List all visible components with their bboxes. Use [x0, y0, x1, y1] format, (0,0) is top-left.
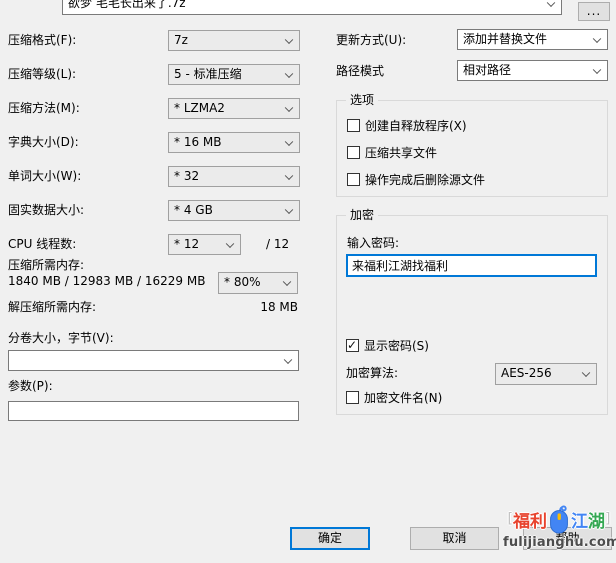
create-sfx-checkbox-row[interactable]: 创建自释放程序(X): [347, 118, 467, 133]
chevron-down-icon: [285, 171, 293, 179]
archive-name-value: 欲梦 毛毛长出来了.7z: [68, 0, 186, 10]
encryption-method-label: 加密算法:: [346, 366, 398, 381]
memory-compress-detail: 1840 MB / 12983 MB / 16229 MB: [8, 274, 205, 289]
format-label: 压缩格式(F):: [8, 33, 76, 48]
chevron-down-icon[interactable]: [547, 0, 555, 7]
format-value: 7z: [174, 33, 188, 47]
chevron-down-icon: [285, 103, 293, 111]
watermark-domain: fulijianghu.com: [503, 535, 615, 550]
password-label: 输入密码:: [347, 236, 399, 251]
show-password-label: 显示密码(S): [364, 337, 429, 354]
level-label: 压缩等级(L):: [8, 67, 76, 82]
encryption-group-title: 加密: [346, 208, 378, 223]
ok-button[interactable]: 确定: [290, 527, 370, 550]
watermark-text-right2: 湖: [588, 507, 605, 532]
encrypt-filenames-checkbox-row[interactable]: 加密文件名(N): [346, 390, 442, 405]
parameters-input[interactable]: [8, 401, 299, 421]
dictionary-select[interactable]: * 16 MB: [168, 132, 300, 153]
cpu-threads-total: / 12: [266, 237, 289, 252]
watermark-title-row: [福利 江湖]: [503, 503, 615, 535]
chevron-down-icon: [226, 239, 234, 247]
mouse-icon: [548, 504, 570, 534]
cpu-threads-label: CPU 线程数:: [8, 237, 76, 252]
path-mode-value: 相对路径: [463, 63, 511, 77]
chevron-down-icon: [582, 369, 590, 377]
memory-compress-label: 压缩所需内存:: [8, 258, 84, 273]
method-select[interactable]: * LZMA2: [168, 98, 300, 119]
archive-dialog: 欲梦 毛毛长出来了.7z ... 压缩格式(F): 7z 压缩等级(L): 5 …: [0, 0, 616, 563]
word-size-label: 单词大小(W):: [8, 169, 81, 184]
cpu-threads-value: * 12: [174, 237, 199, 251]
show-password-checkbox-row[interactable]: 显示密码(S): [346, 338, 429, 353]
shared-files-checkbox[interactable]: [347, 146, 360, 159]
level-select[interactable]: 5 - 标准压缩: [168, 64, 300, 85]
browse-button[interactable]: ...: [578, 2, 610, 21]
parameters-label: 参数(P):: [8, 379, 53, 394]
update-mode-select[interactable]: 添加并替换文件: [457, 29, 608, 50]
delete-after-checkbox-row[interactable]: 操作完成后删除源文件: [347, 172, 485, 187]
path-mode-label: 路径模式: [336, 64, 384, 79]
method-label: 压缩方法(M):: [8, 101, 80, 116]
options-group-title: 选项: [346, 93, 378, 108]
cancel-button[interactable]: 取消: [410, 527, 499, 550]
watermark-right-bracket-icon: ]: [605, 511, 610, 527]
options-group: 选项 创建自释放程序(X) 压缩共享文件 操作完成后删除源文件: [336, 100, 608, 197]
update-mode-value: 添加并替换文件: [463, 32, 547, 46]
password-input[interactable]: [346, 254, 597, 277]
encryption-group: 加密 输入密码:: [336, 215, 608, 415]
chevron-down-icon: [285, 69, 293, 77]
shared-files-label: 压缩共享文件: [365, 144, 437, 161]
delete-after-checkbox[interactable]: [347, 173, 360, 186]
create-sfx-label: 创建自释放程序(X): [365, 117, 467, 134]
chevron-down-icon: [283, 278, 291, 286]
dictionary-label: 字典大小(D):: [8, 135, 79, 150]
volume-size-label: 分卷大小，字节(V):: [8, 331, 114, 346]
solid-size-label: 固实数据大小:: [8, 203, 84, 218]
encryption-method-select[interactable]: AES-256: [495, 363, 597, 385]
shared-files-checkbox-row[interactable]: 压缩共享文件: [347, 145, 437, 160]
format-select[interactable]: 7z: [168, 30, 300, 51]
encrypt-filenames-checkbox[interactable]: [346, 391, 359, 404]
solid-size-select[interactable]: * 4 GB: [168, 200, 300, 221]
watermark-text-left: 福利: [513, 507, 547, 532]
solid-size-value: * 4 GB: [174, 203, 213, 217]
cpu-threads-select[interactable]: * 12: [168, 234, 241, 255]
path-mode-select[interactable]: 相对路径: [457, 60, 608, 81]
chevron-down-icon: [285, 35, 293, 43]
method-value: * LZMA2: [174, 101, 225, 115]
delete-after-label: 操作完成后删除源文件: [365, 171, 485, 188]
memory-decompress-label: 解压缩所需内存:: [8, 300, 96, 315]
show-password-checkbox[interactable]: [346, 339, 359, 352]
level-value: 5 - 标准压缩: [174, 67, 242, 81]
word-size-select[interactable]: * 32: [168, 166, 300, 187]
memory-decompress-value: 18 MB: [230, 300, 298, 315]
encryption-method-value: AES-256: [501, 366, 552, 380]
archive-name-combobox[interactable]: 欲梦 毛毛长出来了.7z: [62, 0, 562, 15]
encrypt-filenames-label: 加密文件名(N): [364, 389, 442, 406]
update-mode-label: 更新方式(U):: [336, 33, 406, 48]
chevron-down-icon: [285, 205, 293, 213]
watermark-text-right1: 江: [571, 507, 588, 532]
chevron-down-icon: [593, 65, 601, 73]
watermark-logo: [福利 江湖] fulijianghu.com: [503, 503, 615, 559]
memory-usage-value: * 80%: [224, 275, 261, 289]
dictionary-value: * 16 MB: [174, 135, 221, 149]
create-sfx-checkbox[interactable]: [347, 119, 360, 132]
chevron-down-icon: [285, 137, 293, 145]
word-size-value: * 32: [174, 169, 199, 183]
chevron-down-icon: [284, 355, 292, 363]
memory-usage-select[interactable]: * 80%: [218, 272, 298, 294]
volume-size-combobox[interactable]: [8, 350, 299, 371]
chevron-down-icon: [593, 34, 601, 42]
